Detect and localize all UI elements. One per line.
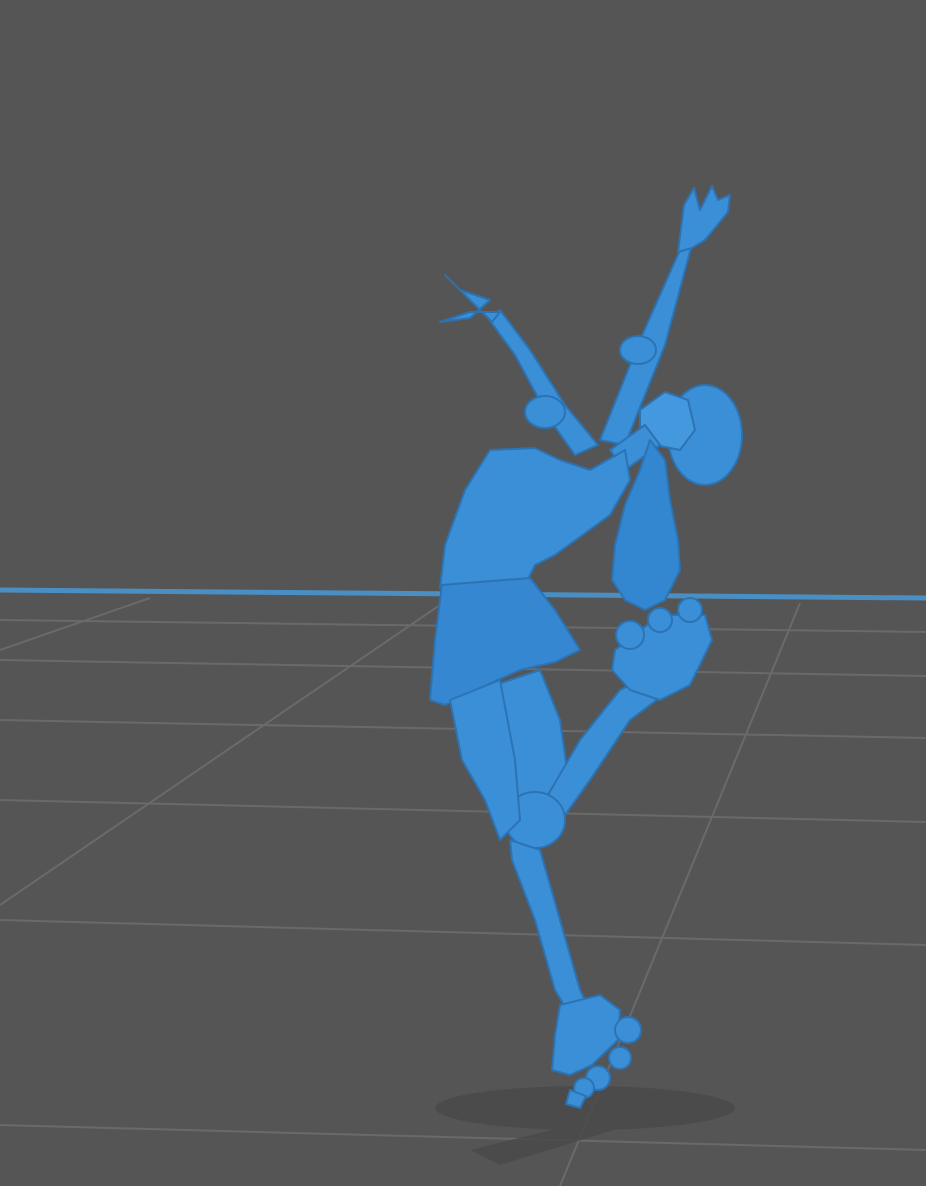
left-hand	[677, 185, 731, 253]
raised-skate-wheel	[647, 607, 673, 633]
right-elbow-pad	[524, 395, 566, 429]
3d-viewport[interactable]	[0, 0, 926, 1186]
raised-skate-wheel	[615, 620, 645, 650]
grid-line	[0, 919, 926, 946]
torso	[439, 447, 631, 593]
standing-skate-wheel	[614, 1016, 642, 1044]
right-hand	[439, 274, 501, 323]
roller-skater-figure[interactable]	[429, 185, 743, 1109]
grid-line	[0, 604, 441, 906]
right-arm	[487, 309, 599, 456]
grid-line	[0, 597, 151, 651]
left-elbow-pad	[619, 335, 657, 365]
raised-skate-wheel	[677, 597, 703, 623]
standing-shin	[509, 839, 591, 1016]
standing-skate-wheel	[608, 1046, 632, 1070]
scene-canvas[interactable]	[0, 0, 926, 1186]
grid-line	[0, 1124, 926, 1151]
